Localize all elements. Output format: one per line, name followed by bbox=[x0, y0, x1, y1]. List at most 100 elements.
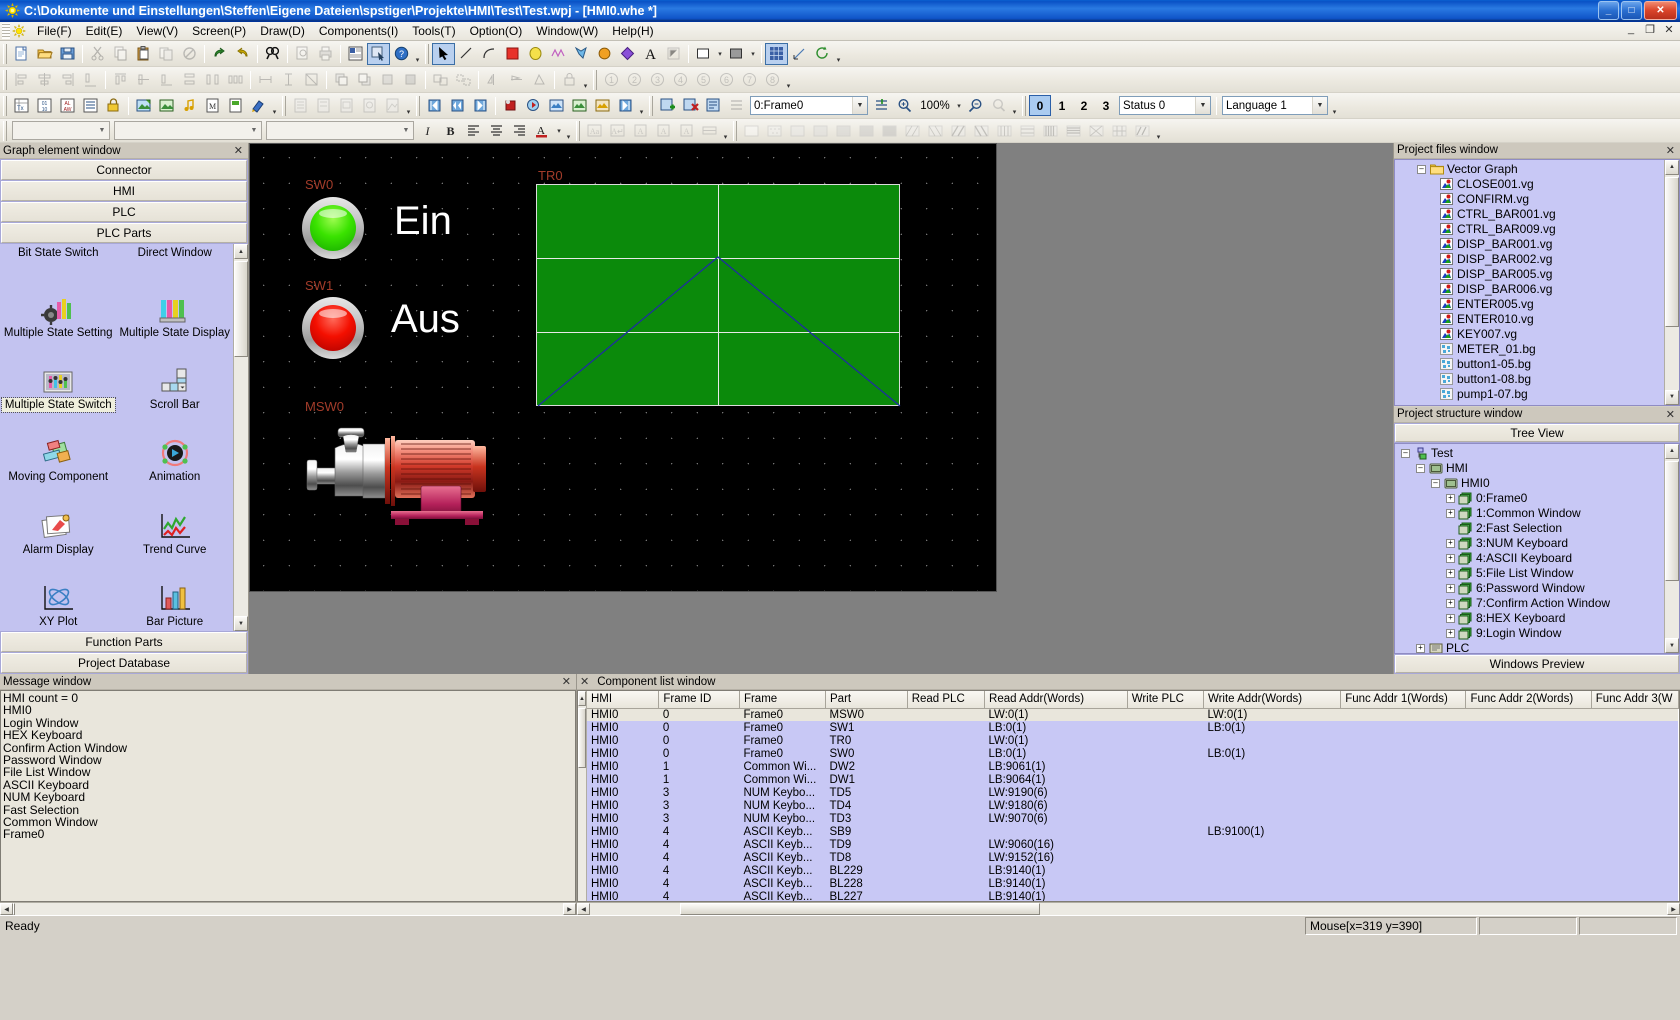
ungroup-icon[interactable] bbox=[452, 69, 475, 91]
text-icon[interactable]: A bbox=[639, 43, 662, 65]
align-bottom-icon[interactable] bbox=[155, 69, 178, 91]
scroll-up-icon[interactable]: ▲ bbox=[234, 244, 248, 259]
line-icon[interactable] bbox=[455, 43, 478, 65]
toolbar-overflow-standard[interactable]: ▾ bbox=[413, 43, 422, 65]
export-image-icon[interactable] bbox=[155, 95, 178, 117]
part-direct-window[interactable]: Direct Window bbox=[116, 246, 233, 268]
frame-combo[interactable]: 0:Frame0 ▼ bbox=[750, 96, 868, 115]
column-header[interactable]: Read PLC bbox=[907, 691, 984, 708]
part-multiple-state-switch[interactable]: Multiple State Switch bbox=[0, 342, 116, 412]
text-wrap-icon[interactable]: A↵ bbox=[606, 120, 629, 142]
toolbar-grip[interactable] bbox=[649, 96, 653, 116]
find-icon[interactable] bbox=[261, 43, 284, 65]
text-rotate-icon[interactable]: A bbox=[652, 120, 675, 142]
bold-icon[interactable]: B bbox=[439, 120, 462, 142]
minimize-button[interactable]: _ bbox=[1598, 1, 1619, 20]
structure-node[interactable]: –Test bbox=[1395, 446, 1664, 461]
parts-scrollbar[interactable]: ▲ ▼ bbox=[233, 244, 248, 631]
column-header[interactable]: HMI bbox=[587, 691, 659, 708]
mdi-minimize-button[interactable]: _ bbox=[1624, 23, 1638, 36]
column-header[interactable]: Frame ID bbox=[659, 691, 740, 708]
delete-frame-icon[interactable] bbox=[679, 95, 702, 117]
mdi-restore-button[interactable]: ❐ bbox=[1643, 23, 1657, 36]
tab-tree-view[interactable]: Tree View bbox=[1395, 424, 1679, 442]
state-4-icon[interactable]: 4 bbox=[669, 69, 692, 91]
editor-canvas-area[interactable]: SW0 Ein SW1 Aus MSW0 bbox=[249, 143, 1393, 674]
pattern-dots-6-icon[interactable] bbox=[878, 120, 901, 142]
scroll-track[interactable] bbox=[578, 706, 586, 901]
part-xy-plot[interactable]: XY Plot bbox=[0, 559, 116, 629]
project-file-item[interactable]: DISP_BAR001.vg bbox=[1395, 237, 1664, 252]
menu-option[interactable]: Option(O) bbox=[463, 22, 530, 40]
scroll-down-icon[interactable]: ▼ bbox=[1665, 390, 1679, 405]
zoom-reset-icon[interactable] bbox=[987, 95, 1010, 117]
table-row[interactable]: HMI04ASCII Keyb...BL228LB:9140(1) bbox=[587, 877, 1679, 890]
column-header[interactable]: Frame bbox=[739, 691, 825, 708]
text-vertical-icon[interactable]: A bbox=[675, 120, 698, 142]
language-combo[interactable]: Language 1 ▼ bbox=[1222, 96, 1328, 115]
toolbar-overflow-pattern[interactable]: ▾ bbox=[1154, 120, 1163, 142]
font-family-combo[interactable]: ▼ bbox=[12, 121, 110, 140]
ein-text[interactable]: Ein bbox=[394, 201, 452, 241]
project-file-item[interactable]: ENTER010.vg bbox=[1395, 312, 1664, 327]
pattern-horiz-2-icon[interactable] bbox=[1062, 120, 1085, 142]
menu-edit[interactable]: Edit(E) bbox=[79, 22, 130, 40]
pattern-diag-2-icon[interactable] bbox=[924, 120, 947, 142]
print-preview-icon[interactable] bbox=[291, 43, 314, 65]
table-row[interactable]: HMI01Common Wi...DW2LB:9061(1) bbox=[587, 760, 1679, 773]
expander-icon[interactable]: – bbox=[1416, 464, 1425, 473]
part-bit-state-switch[interactable]: Bit State Switch bbox=[0, 246, 116, 268]
expander-icon[interactable]: – bbox=[1431, 479, 1440, 488]
flip-horizontal-icon[interactable] bbox=[482, 69, 505, 91]
table-row[interactable]: HMI04ASCII Keyb...TD8LW:9152(16) bbox=[587, 851, 1679, 864]
project-file-item[interactable]: CTRL_BAR001.vg bbox=[1395, 207, 1664, 222]
group-icon[interactable] bbox=[429, 69, 452, 91]
ellipse-icon[interactable] bbox=[524, 43, 547, 65]
pattern-hatch-icon[interactable] bbox=[1131, 120, 1154, 142]
scroll-right-icon[interactable]: ▶ bbox=[563, 903, 576, 915]
part-animation[interactable]: Animation bbox=[116, 414, 233, 484]
expander-icon[interactable]: + bbox=[1446, 569, 1455, 578]
column-header[interactable]: Write Addr(Words) bbox=[1203, 691, 1340, 708]
scroll-down-icon[interactable]: ▼ bbox=[1665, 638, 1679, 653]
toolbar-grip[interactable] bbox=[3, 44, 7, 64]
font-color-icon[interactable]: A bbox=[531, 120, 554, 142]
library-5-icon[interactable] bbox=[381, 95, 404, 117]
stack-vertical-icon[interactable] bbox=[178, 69, 201, 91]
scroll-left-icon[interactable]: ◀ bbox=[577, 903, 590, 915]
category-plc-parts[interactable]: PLC Parts bbox=[1, 223, 247, 243]
align-center-h-icon[interactable] bbox=[33, 69, 56, 91]
component-grid-vscrollbar[interactable]: ▲ bbox=[578, 691, 587, 901]
pointer-icon[interactable] bbox=[432, 43, 455, 65]
circle-icon[interactable] bbox=[593, 43, 616, 65]
toolbar-overflow-frame[interactable]: ▾ bbox=[1010, 95, 1019, 117]
scroll-right-icon[interactable]: ▶ bbox=[1667, 903, 1680, 915]
pattern-dots-3-icon[interactable] bbox=[809, 120, 832, 142]
menu-tools[interactable]: Tools(T) bbox=[405, 22, 462, 40]
pattern-horiz-1-icon[interactable] bbox=[1016, 120, 1039, 142]
align-text-right-icon[interactable] bbox=[508, 120, 531, 142]
expander-icon[interactable]: + bbox=[1416, 644, 1425, 653]
part-multiple-state-display[interactable]: Multiple State Display bbox=[116, 270, 233, 340]
diamond-icon[interactable] bbox=[616, 43, 639, 65]
pattern-dots-1-icon[interactable] bbox=[763, 120, 786, 142]
library-2-icon[interactable] bbox=[312, 95, 335, 117]
structure-node[interactable]: +9:Login Window bbox=[1395, 626, 1664, 641]
scroll-track[interactable] bbox=[590, 903, 1667, 915]
project-files-scrollbar[interactable]: ▲ ▼ bbox=[1664, 160, 1679, 405]
distribute-h-icon[interactable] bbox=[224, 69, 247, 91]
state-button-0[interactable]: 0 bbox=[1029, 95, 1051, 116]
arc-icon[interactable] bbox=[478, 43, 501, 65]
mdi-close-button[interactable]: ✕ bbox=[1662, 23, 1676, 36]
sw1-lamp[interactable] bbox=[302, 297, 364, 359]
table-row[interactable]: HMI00Frame0MSW0LW:0(1)LW:0(1) bbox=[587, 708, 1679, 721]
prev-frame-icon[interactable] bbox=[446, 95, 469, 117]
cut-icon[interactable] bbox=[86, 43, 109, 65]
toolbar-grip[interactable] bbox=[282, 96, 286, 116]
border-style-dropdown[interactable]: ▾ bbox=[715, 43, 725, 65]
table-row[interactable]: HMI04ASCII Keyb...BL227LB:9140(1) bbox=[587, 890, 1679, 901]
frame-order-icon[interactable] bbox=[725, 95, 748, 117]
structure-node[interactable]: +1:Common Window bbox=[1395, 506, 1664, 521]
duplicate-icon[interactable] bbox=[155, 43, 178, 65]
rotate-icon[interactable] bbox=[811, 43, 834, 65]
